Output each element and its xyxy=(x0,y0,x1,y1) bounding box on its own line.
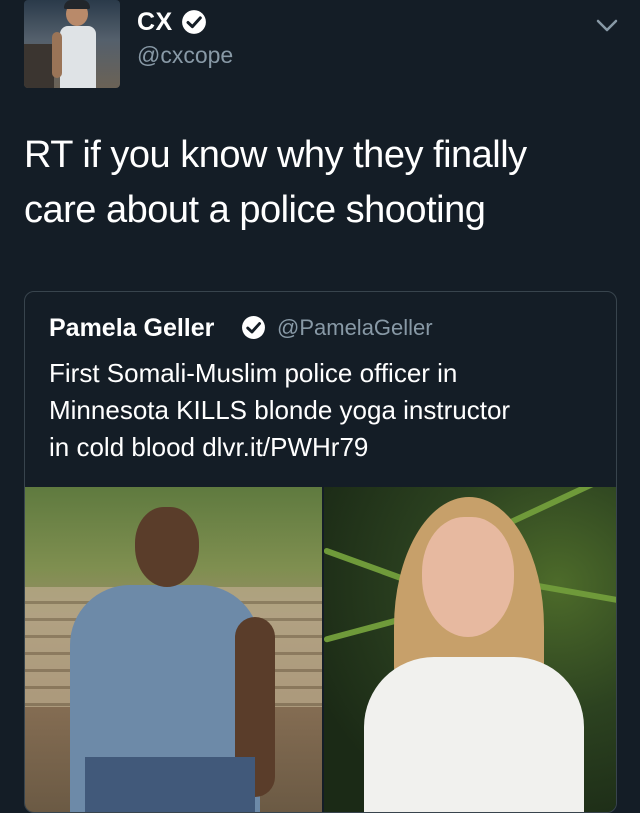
photo-man-head xyxy=(135,507,199,587)
chevron-down-icon[interactable] xyxy=(595,18,619,34)
quoted-tweet-card[interactable]: Pamela Geller @PamelaGeller First Somali… xyxy=(24,291,617,813)
photo-palm-frond xyxy=(324,616,403,643)
avatar-figure-body xyxy=(60,26,96,88)
avatar-background xyxy=(24,44,54,88)
quoted-photo-officer[interactable] xyxy=(25,487,322,812)
avatar-figure-arm xyxy=(52,32,62,78)
photo-man-jeans xyxy=(85,757,255,812)
quoted-author-name[interactable]: Pamela Geller xyxy=(49,314,214,343)
photo-palm-frond xyxy=(324,547,410,584)
quoted-author-handle[interactable]: @PamelaGeller xyxy=(277,315,433,341)
verified-badge-icon xyxy=(242,316,265,339)
quoted-photo-woman[interactable] xyxy=(324,487,616,812)
verified-badge-icon xyxy=(182,10,206,34)
author-name[interactable]: CX xyxy=(137,8,173,37)
photo-woman-top xyxy=(364,657,584,812)
tweet-text: RT if you know why they finally care abo… xyxy=(24,134,527,231)
photo-woman-face xyxy=(422,517,514,637)
avatar-figure-cap xyxy=(64,0,90,9)
author-avatar[interactable] xyxy=(24,0,120,88)
quoted-tweet-text: First Somali-Muslim police officer in Mi… xyxy=(49,358,511,462)
author-handle[interactable]: @cxcope xyxy=(137,42,233,69)
